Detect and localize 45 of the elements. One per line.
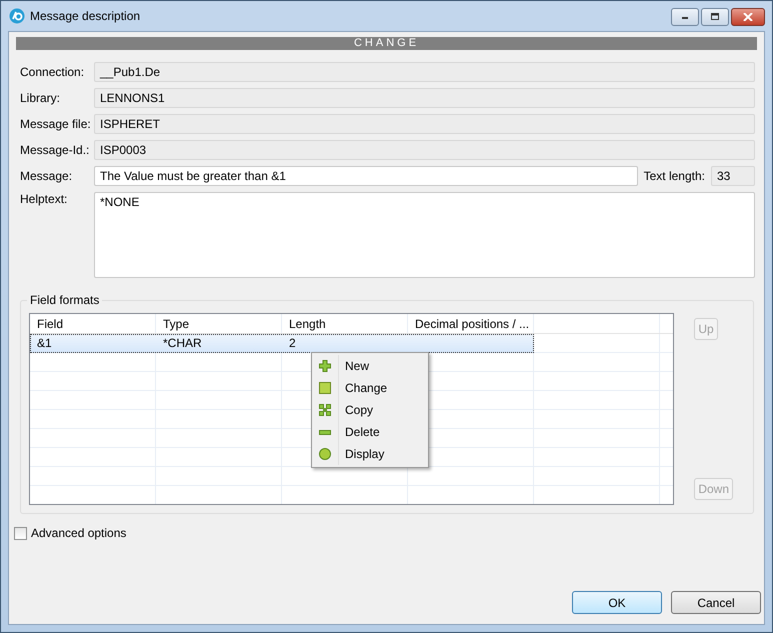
- group-title: Field formats: [27, 293, 102, 307]
- table-cell: &1: [37, 336, 52, 350]
- field-label: Helptext:: [20, 192, 68, 206]
- maximize-button[interactable]: [701, 8, 729, 26]
- circle-icon: [319, 448, 331, 460]
- mode-banner: CHANGE: [16, 37, 757, 50]
- close-button[interactable]: [731, 8, 765, 26]
- copy-icon: [319, 404, 331, 416]
- column-header[interactable]: Length: [282, 314, 408, 334]
- maximize-icon: [710, 13, 720, 21]
- table-cell: 2: [289, 336, 296, 350]
- column-header[interactable]: Field: [30, 314, 156, 334]
- close-icon: [743, 13, 753, 21]
- square-icon: [319, 382, 331, 394]
- checkbox-label: Advanced options: [31, 526, 126, 540]
- field-label: Message file:: [20, 117, 88, 131]
- field-label: Message-Id.:: [20, 143, 88, 157]
- column-header[interactable]: Decimal positions / ...: [408, 314, 534, 334]
- minus-icon: [319, 430, 331, 434]
- plus-icon: [319, 360, 331, 372]
- input-field[interactable]: ISP0003: [94, 140, 755, 160]
- dialog-button[interactable]: OK: [572, 591, 662, 614]
- field-label: Library:: [20, 91, 62, 105]
- message-field[interactable]: The Value must be greater than &1: [94, 166, 638, 186]
- table-row[interactable]: &1 *CHAR 2: [30, 334, 534, 353]
- field-label: Text length:: [644, 169, 705, 183]
- menu-item[interactable]: New: [312, 355, 428, 377]
- input-field[interactable]: __Pub1.De: [94, 62, 755, 82]
- text-length-field[interactable]: 33: [711, 166, 755, 186]
- window-title: Message description: [30, 9, 140, 23]
- column-header[interactable]: Type: [156, 314, 282, 334]
- dialog-button[interactable]: Cancel: [671, 591, 761, 614]
- minimize-button[interactable]: [671, 8, 699, 26]
- field-label: Connection:: [20, 65, 86, 79]
- table-cell: *CHAR: [163, 336, 202, 350]
- input-field[interactable]: LENNONS1: [94, 88, 755, 108]
- helptext-area[interactable]: *NONE: [94, 192, 755, 278]
- menu-item[interactable]: Copy: [312, 399, 428, 421]
- menu-item[interactable]: Display: [312, 443, 428, 465]
- checkbox[interactable]: [14, 526, 27, 540]
- input-field[interactable]: ISPHERET: [94, 114, 755, 134]
- app-icon: [9, 8, 25, 24]
- menu-item[interactable]: Delete: [312, 421, 428, 443]
- menu-item[interactable]: Change: [312, 377, 428, 399]
- field-label: Message:: [20, 169, 74, 183]
